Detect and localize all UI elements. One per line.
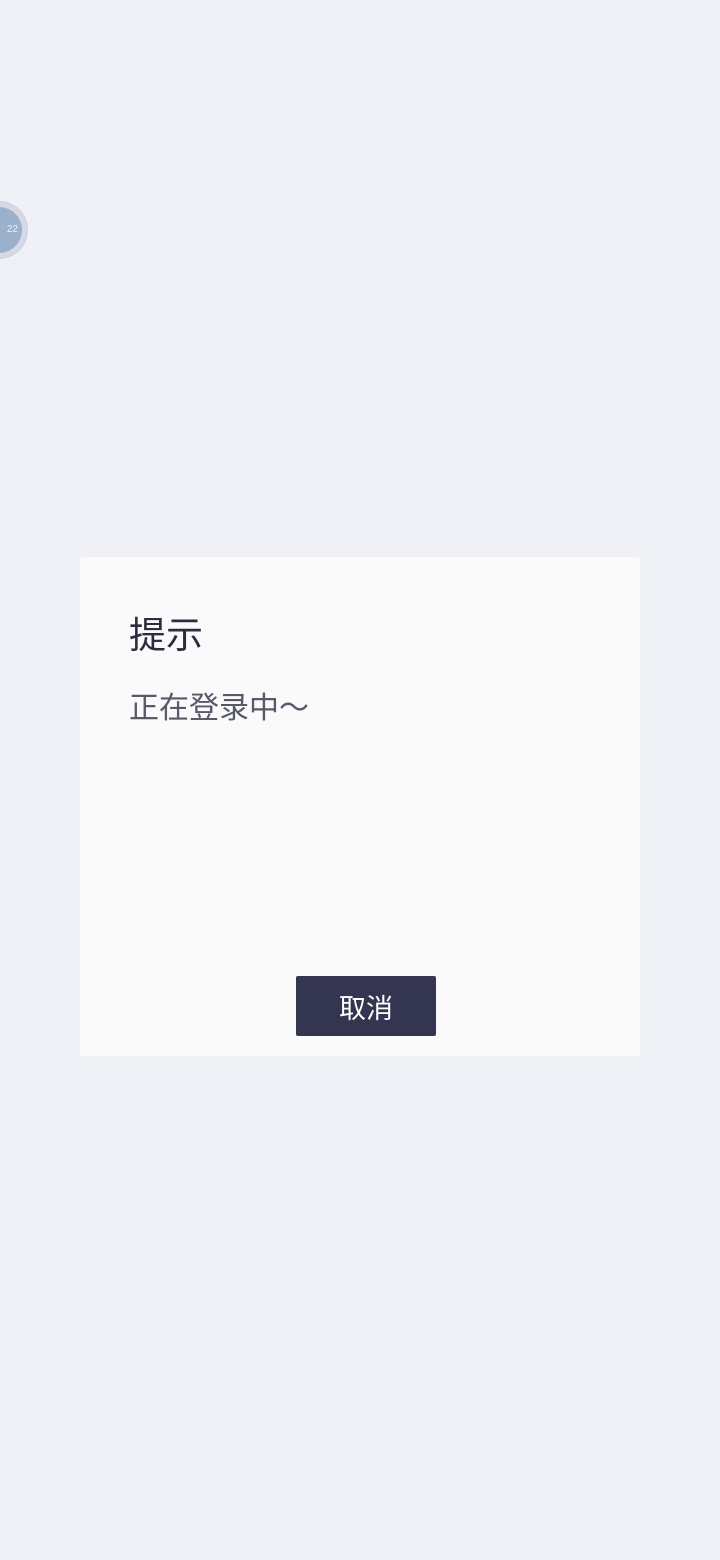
floating-bubble-badge: 22 bbox=[0, 207, 22, 253]
floating-bubble[interactable]: 22 bbox=[0, 201, 28, 259]
dialog-message: 正在登录中～ bbox=[129, 691, 309, 726]
cancel-button[interactable]: 取消 bbox=[296, 976, 436, 1036]
login-progress-dialog: 提示 正在登录中～ 取消 bbox=[80, 557, 640, 1056]
dialog-title: 提示 bbox=[129, 614, 203, 657]
